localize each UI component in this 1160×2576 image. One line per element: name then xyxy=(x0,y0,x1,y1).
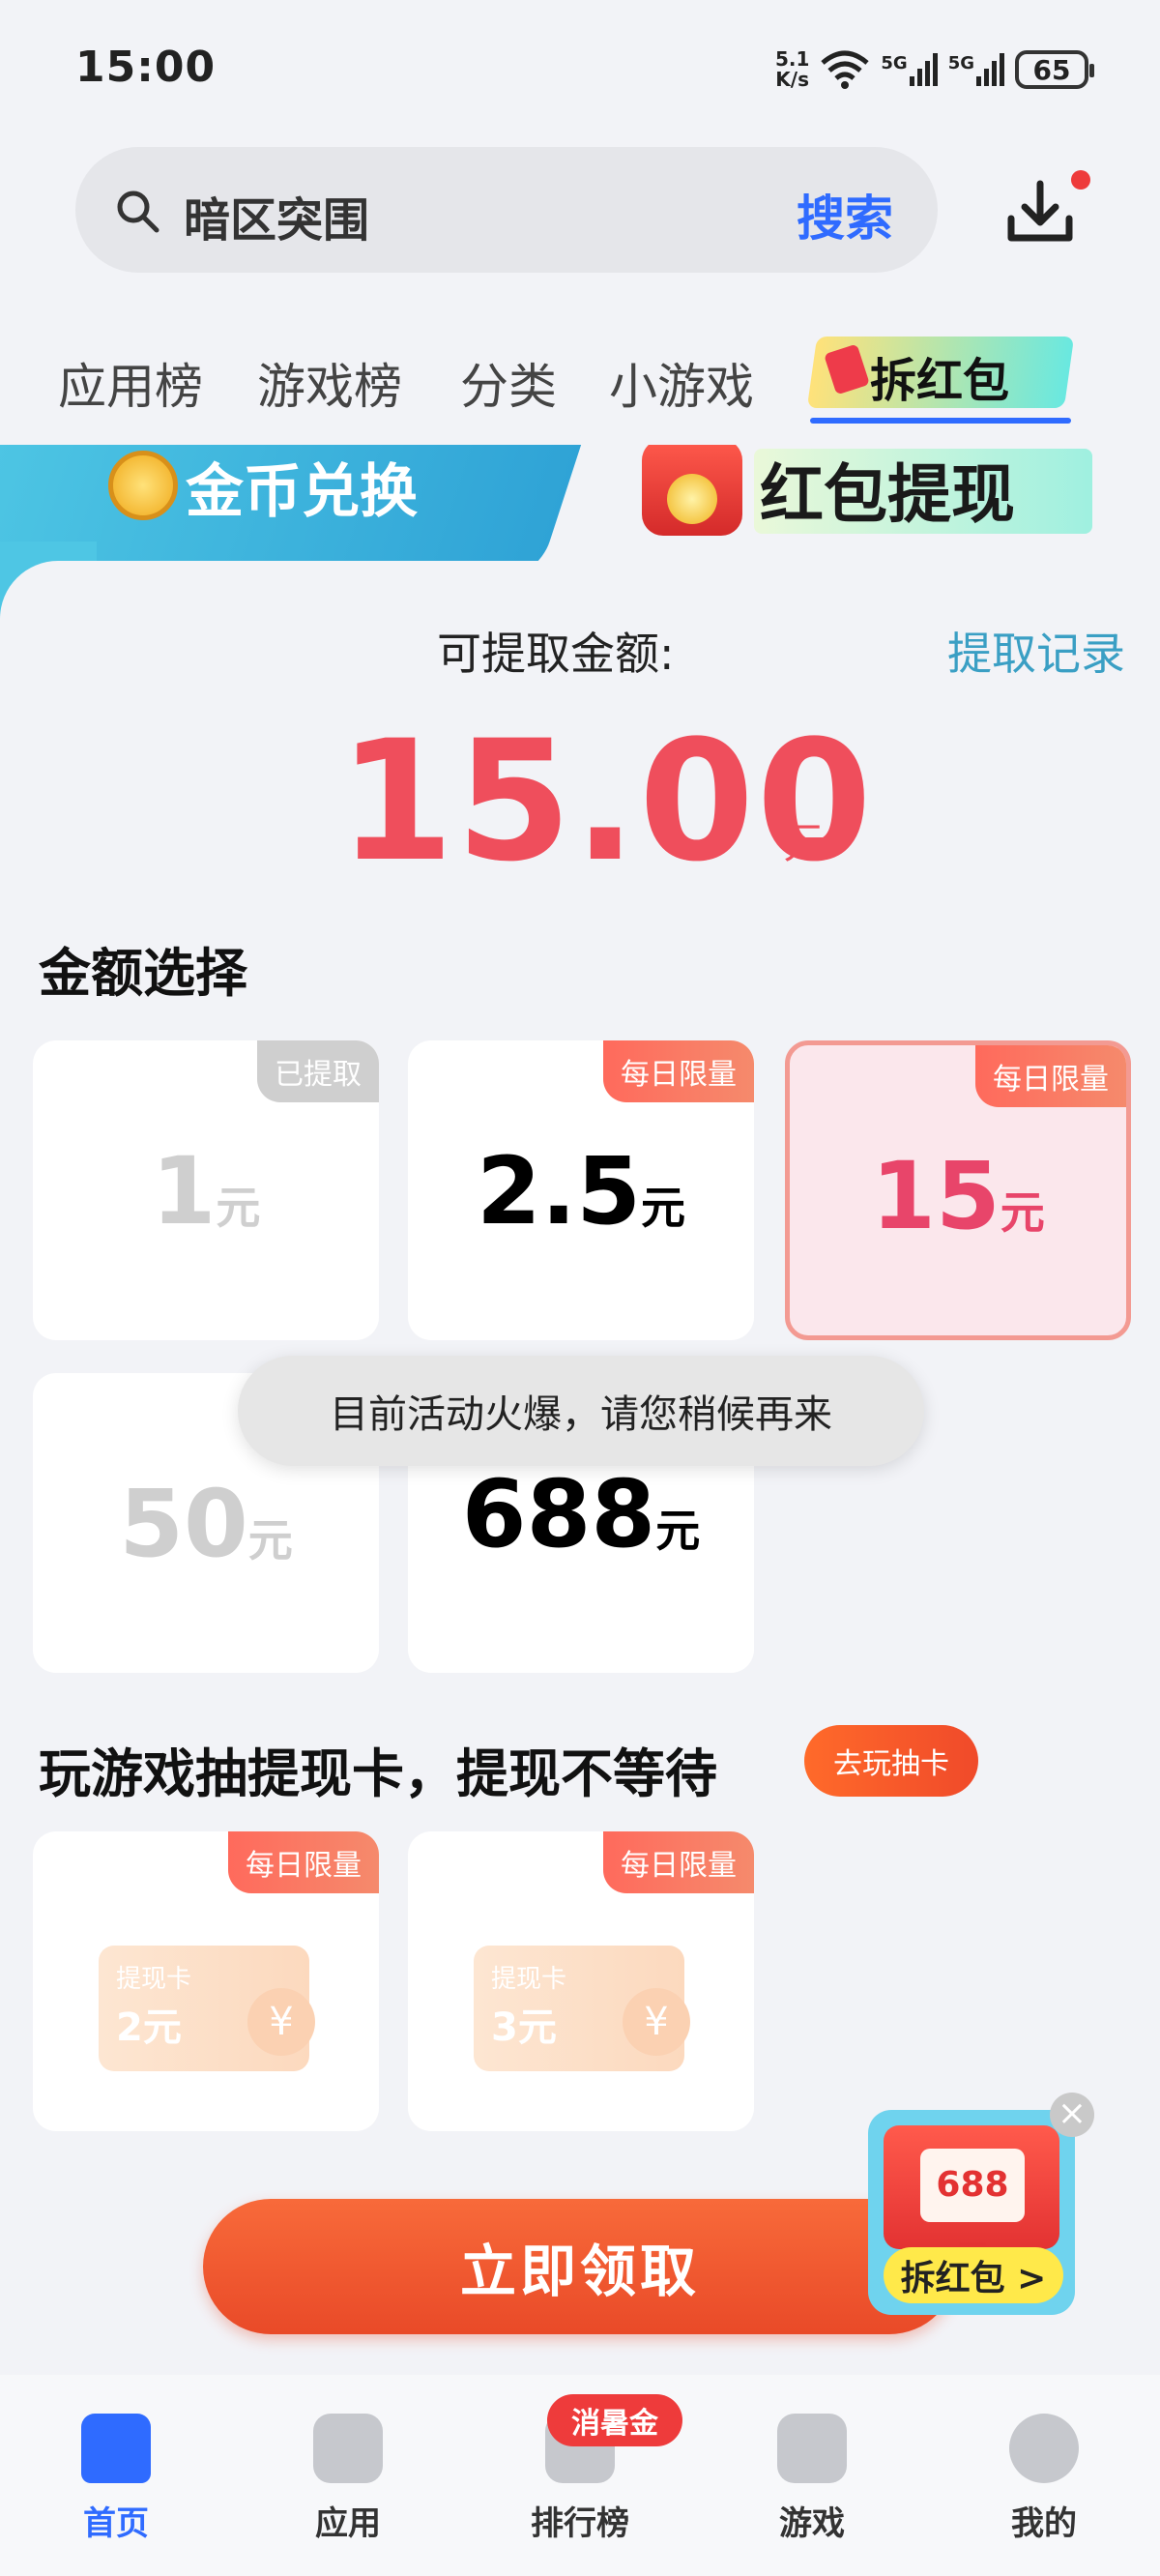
notification-dot xyxy=(1071,170,1090,190)
card-label: 提现卡 xyxy=(491,1965,567,1994)
nav-home[interactable]: 首页 xyxy=(48,2414,184,2544)
user-icon xyxy=(1009,2414,1079,2483)
status-time: 15:00 xyxy=(75,43,217,92)
signal-bars-icon xyxy=(976,53,1004,86)
wifi-icon xyxy=(821,50,870,89)
toast-message: 目前活动火爆，请您稍候再来 xyxy=(238,1356,924,1466)
category-tabs: 应用榜 游戏榜 分类 小游戏 拆红包 xyxy=(0,329,1160,445)
gamepad-icon xyxy=(777,2414,847,2483)
card-value: 3元 xyxy=(491,2005,557,2050)
withdraw-record-link[interactable]: 提取记录 xyxy=(947,619,1125,683)
amount-value: 1元 xyxy=(151,1137,261,1245)
tab-active-indicator xyxy=(810,418,1071,424)
net-speed: 5.1 K/s xyxy=(774,47,810,91)
amount-section-title: 金额选择 xyxy=(39,943,247,1004)
card-label: 提现卡 xyxy=(116,1965,192,1994)
yuan-coin-icon: ¥ xyxy=(623,1988,690,2056)
tab-app-ranking[interactable]: 应用榜 xyxy=(58,348,203,418)
download-icon[interactable] xyxy=(1000,170,1081,251)
yuan-coin-icon: ¥ xyxy=(247,1988,315,2056)
bag-icon xyxy=(313,2414,383,2483)
status-badge: 每日限量 xyxy=(228,1831,379,1893)
nav-games[interactable]: 游戏 xyxy=(744,2414,880,2544)
amount-value: 15元 xyxy=(871,1142,1045,1250)
nav-profile[interactable]: 我的 xyxy=(976,2414,1112,2544)
nav-ranking-badge: 消暑金 xyxy=(547,2394,682,2446)
amount-option[interactable]: 已提取 1元 xyxy=(33,1040,379,1340)
status-badge: 每日限量 xyxy=(975,1045,1126,1107)
tab-category[interactable]: 分类 xyxy=(460,348,557,418)
tab-red-packet[interactable]: 拆红包 xyxy=(870,342,1009,410)
play-draw-card-button[interactable]: 去玩抽卡 xyxy=(804,1725,978,1797)
gold-coin-icon xyxy=(667,474,717,524)
withdraw-card[interactable]: 每日限量 提现卡 3元 ¥ xyxy=(408,1831,754,2131)
close-icon[interactable]: × xyxy=(1050,2093,1094,2137)
amount-value: 688元 xyxy=(461,1460,701,1568)
withdrawable-label: 可提取金额: xyxy=(437,628,675,680)
search-bar[interactable]: 暗区突围 搜索 xyxy=(75,147,938,273)
withdraw-tab[interactable]: 红包提现 xyxy=(760,445,1015,536)
tab-game-ranking[interactable]: 游戏榜 xyxy=(257,348,402,418)
tab-mini-games[interactable]: 小游戏 xyxy=(609,348,754,418)
promo-amount: 688元 xyxy=(920,2149,1025,2278)
claim-now-button[interactable]: 立即领取 xyxy=(203,2199,957,2334)
search-icon xyxy=(117,190,160,233)
signal-1: 5G xyxy=(881,53,938,86)
signal-2: 5G xyxy=(948,53,1005,86)
promo-open-red-packet-button[interactable]: 拆红包 > xyxy=(884,2247,1063,2303)
card-value: 2元 xyxy=(116,2005,182,2050)
amount-value: 2.5元 xyxy=(476,1137,686,1245)
search-button[interactable]: 搜索 xyxy=(797,180,893,249)
coin-exchange-tab[interactable]: 金币兑换 xyxy=(186,445,418,529)
amount-unit: 元 xyxy=(783,819,826,868)
status-icons: 5.1 K/s 5G 5G 65 xyxy=(774,43,1094,97)
signal-bars-icon xyxy=(909,53,938,86)
status-bar: 15:00 5.1 K/s 5G 5G 65 xyxy=(0,0,1160,135)
status-badge: 每日限量 xyxy=(603,1040,754,1102)
battery-indicator: 65 xyxy=(1015,50,1094,89)
search-input[interactable]: 暗区突围 xyxy=(184,182,369,249)
status-badge: 已提取 xyxy=(257,1040,379,1102)
coin-icon xyxy=(108,451,178,520)
nav-apps[interactable]: 应用 xyxy=(280,2414,416,2544)
status-badge: 每日限量 xyxy=(603,1831,754,1893)
cards-section-title: 玩游戏抽提现卡，提现不等待 xyxy=(39,1743,717,1804)
amount-value: 50元 xyxy=(119,1470,293,1578)
home-icon xyxy=(81,2414,151,2483)
withdraw-card[interactable]: 每日限量 提现卡 2元 ¥ xyxy=(33,1831,379,2131)
amount-option[interactable]: 每日限量 2.5元 xyxy=(408,1040,754,1340)
amount-option-selected[interactable]: 每日限量 15元 xyxy=(785,1040,1131,1340)
